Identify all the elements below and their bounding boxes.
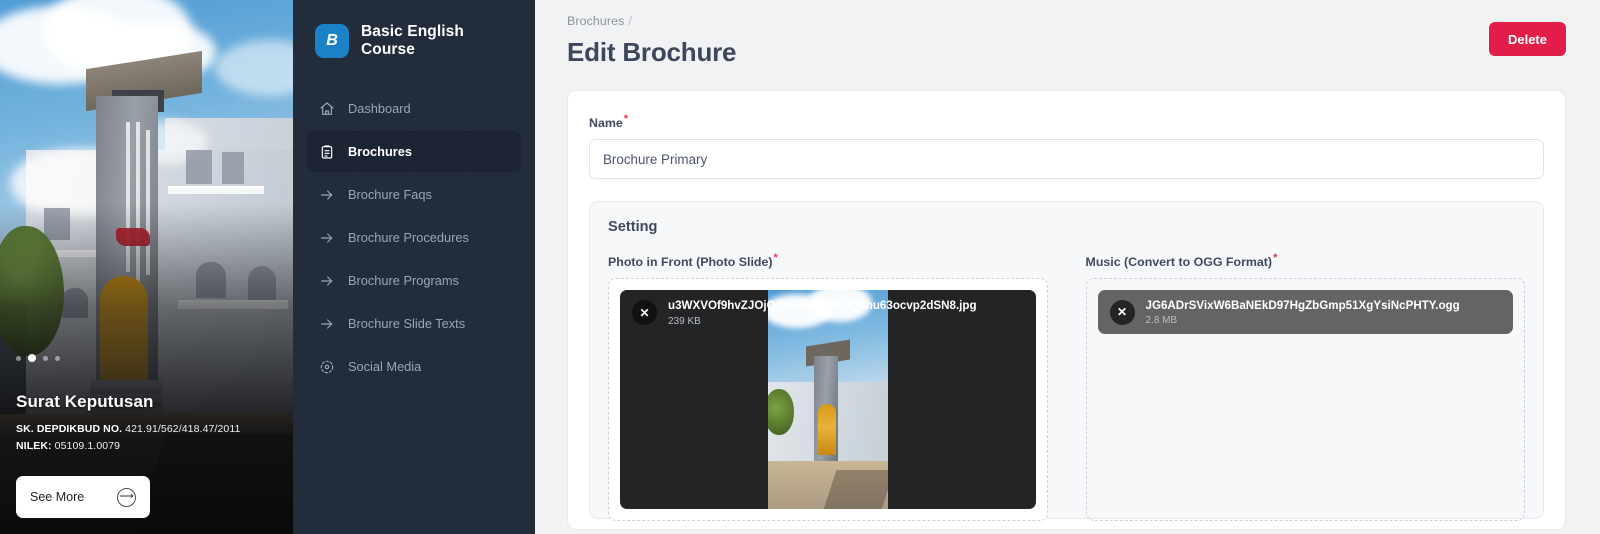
music-field-label: Music (Convert to OGG Format)*: [1086, 252, 1526, 269]
hero-nilek-label: NILEK:: [16, 439, 52, 452]
sidebar-item-brochures[interactable]: Brochures: [307, 131, 521, 172]
hero-nilek-value: 05109.1.0079: [54, 439, 121, 452]
breadcrumb-separator: /: [628, 14, 632, 28]
setting-section: Setting Photo in Front (Photo Slide)* ✕ …: [589, 201, 1544, 522]
arrow-right-icon: [319, 230, 335, 246]
sidebar-item-label: Brochure Programs: [348, 273, 459, 288]
sidebar-item-label: Brochure Slide Texts: [348, 316, 466, 331]
hero-sk-line: SK. DEPDIKBUD NO. 421.91/562/418.47/2011: [16, 421, 277, 437]
carousel-dots[interactable]: [16, 354, 277, 363]
sidebar-item-label: Brochure Faqs: [348, 187, 432, 202]
arrow-right-icon: [319, 273, 335, 289]
required-indicator: *: [1273, 252, 1278, 265]
hero-sk-label: SK. DEPDIKBUD NO.: [16, 423, 123, 436]
edit-brochure-card: Name* Setting Photo in Front (Photo Slid…: [567, 90, 1566, 530]
photo-file-meta: u3WXVOf9hvZJOjQXzEMKYQGzjQdhu63ocvp2dSN8…: [668, 299, 977, 326]
page-header: Brochures / Edit Brochure Delete: [535, 0, 1600, 68]
name-input[interactable]: [589, 139, 1544, 180]
setting-columns: Photo in Front (Photo Slide)* ✕ u3WXVOf9…: [608, 252, 1526, 522]
arrow-right-icon: ⟶: [117, 487, 136, 507]
music-field: Music (Convert to OGG Format)* ✕ JG6ADrS…: [1085, 252, 1526, 522]
arrow-right-icon: [319, 316, 335, 332]
photo-file-size: 239 KB: [668, 315, 701, 327]
carousel-dot[interactable]: [16, 355, 21, 361]
clipboard-icon: [319, 144, 335, 160]
carousel-dot-active[interactable]: [28, 354, 36, 363]
breadcrumb-root[interactable]: Brochures: [567, 14, 624, 28]
carousel-dot[interactable]: [43, 355, 48, 361]
dashed-circle-icon: [319, 359, 335, 375]
breadcrumb: Brochures /: [567, 14, 736, 28]
home-icon: [319, 101, 335, 117]
sidebar: B Basic English Course Dashboard Brochur…: [293, 0, 535, 534]
sidebar-item-label: Brochures: [348, 144, 413, 159]
sidebar-item-brochure-procedures[interactable]: Brochure Procedures: [307, 217, 521, 258]
hero-title: Surat Keputusan: [16, 392, 154, 412]
page-title: Edit Brochure: [567, 37, 737, 67]
brand[interactable]: B Basic English Course: [307, 0, 521, 68]
sidebar-item-label: Dashboard: [348, 101, 411, 116]
close-icon[interactable]: ✕: [1109, 299, 1135, 325]
photo-preview: ✕ u3WXVOf9hvZJOjQXzEMKYQGzjQdhu63ocvp2dS…: [620, 290, 1036, 510]
delete-button[interactable]: Delete: [1488, 22, 1566, 56]
close-icon[interactable]: ✕: [632, 300, 657, 326]
music-label-text: Music (Convert to OGG Format): [1085, 255, 1273, 270]
sidebar-item-social-media[interactable]: Social Media: [307, 346, 521, 387]
sidebar-item-brochure-programs[interactable]: Brochure Programs: [307, 260, 521, 301]
photo-file-name: u3WXVOf9hvZJOjQXzEMKYQGzjQdhu63ocvp2dSN8…: [668, 299, 977, 313]
music-file-size: 2.8 MB: [1145, 315, 1178, 326]
sidebar-item-label: Social Media: [348, 359, 422, 374]
sidebar-item-label: Brochure Procedures: [348, 230, 469, 245]
brand-logo: B: [315, 24, 349, 58]
photo-dropzone[interactable]: ✕ u3WXVOf9hvZJOjQXzEMKYQGzjQdhu63ocvp2dS…: [608, 278, 1048, 522]
see-more-label: See More: [30, 490, 85, 504]
photo-field-label: Photo in Front (Photo Slide)*: [608, 252, 1048, 269]
music-file-chip: ✕ JG6ADrSVixW6BaNEkD97HgZbGmp51XgYsiNcPH…: [1097, 290, 1513, 335]
hero-content: Surat Keputusan SK. DEPDIKBUD NO. 421.91…: [0, 354, 293, 534]
name-field-label: Name*: [589, 113, 1544, 130]
music-dropzone[interactable]: ✕ JG6ADrSVixW6BaNEkD97HgZbGmp51XgYsiNcPH…: [1085, 278, 1525, 522]
required-indicator: *: [773, 252, 778, 265]
main-content: Brochures/ Edit Brochure Delete Name* Se…: [535, 0, 1600, 534]
photo-field: Photo in Front (Photo Slide)* ✕ u3WXVOf9…: [608, 252, 1048, 522]
hero-sk-value: 421.91/562/418.47/2011: [125, 423, 241, 436]
thumb-arch: [817, 404, 836, 455]
required-indicator: *: [623, 113, 629, 125]
brand-name: Basic English Course: [361, 23, 464, 58]
arrow-right-icon: [319, 187, 335, 203]
sidebar-item-brochure-slide-texts[interactable]: Brochure Slide Texts: [307, 303, 521, 344]
music-file-name: JG6ADrSVixW6BaNEkD97HgZbGmp51XgYsiNcPHTY…: [1145, 298, 1460, 312]
see-more-button[interactable]: See More ⟶: [16, 476, 150, 518]
sidebar-nav: Dashboard Brochures Brochure Faqs Brochu…: [307, 88, 521, 387]
setting-title: Setting: [608, 219, 658, 236]
thumb-tree: [767, 388, 794, 435]
page-header-left: Brochures / Edit Brochure: [567, 14, 737, 68]
sidebar-item-brochure-faqs[interactable]: Brochure Faqs: [307, 174, 521, 215]
app-root: Surat Keputusan SK. DEPDIKBUD NO. 421.91…: [0, 0, 1600, 534]
sidebar-item-dashboard[interactable]: Dashboard: [307, 88, 521, 129]
photo-file-chip: ✕ u3WXVOf9hvZJOjQXzEMKYQGzjQdhu63ocvp2dS…: [620, 299, 1036, 327]
carousel-dot[interactable]: [55, 355, 60, 361]
photo-label-text: Photo in Front (Photo Slide): [608, 255, 773, 270]
music-file-meta: JG6ADrSVixW6BaNEkD97HgZbGmp51XgYsiNcPHTY…: [1146, 299, 1460, 326]
hero-panel: Surat Keputusan SK. DEPDIKBUD NO. 421.91…: [0, 0, 293, 534]
hero-nilek-line: NILEK: 05109.1.0079: [16, 438, 277, 454]
name-label-text: Name: [589, 116, 623, 131]
